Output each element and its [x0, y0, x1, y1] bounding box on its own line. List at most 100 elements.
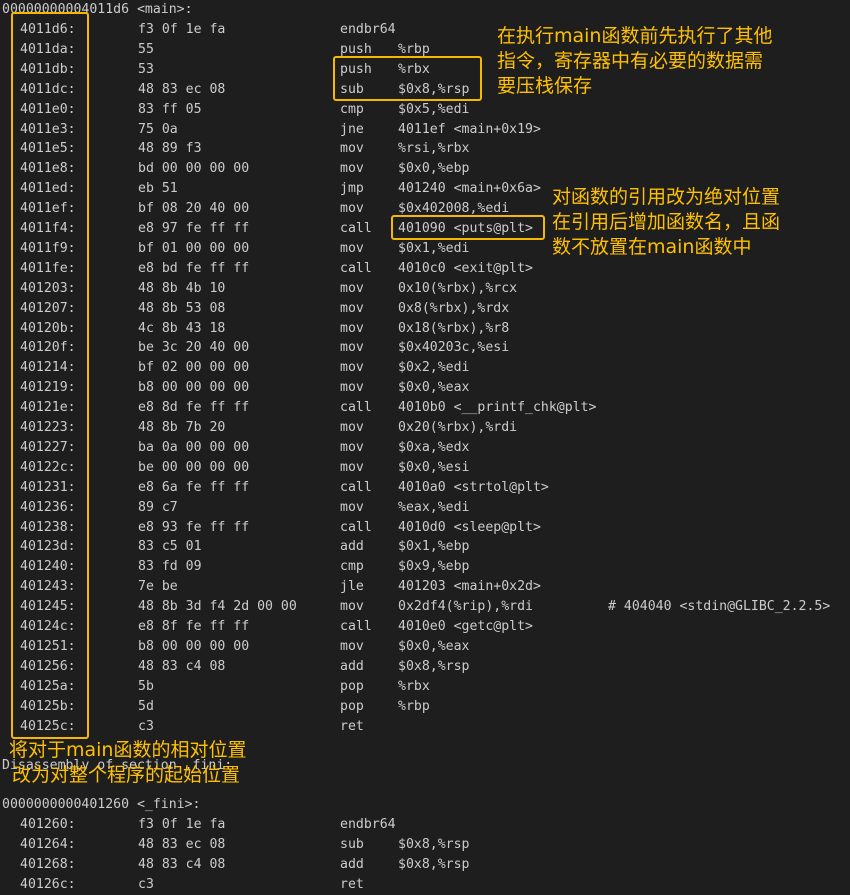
bytes-cell: 5b [138, 678, 154, 694]
disasm-row: 401227: ba 0a 00 00 00 mov $0xa,%edx [0, 438, 850, 458]
mnemonic-cell: mov [340, 240, 364, 256]
disasm-row: 4011fe: e8 bd fe ff ff call 4010c0 <exit@pl… [0, 259, 850, 279]
bytes-cell: 5d [138, 698, 154, 714]
operand-cell: 0x18(%rbx),%r8 [398, 320, 510, 336]
call-reference-annotation: 对函数的引用改为绝对位置 在引用后增加函数名，且函 数不放置在main函数中 [552, 185, 781, 260]
bytes-cell: 83 c5 01 [138, 539, 202, 555]
disasm-row: 401245: 48 8b 3d f4 2d 00 00 mov 0x2df4(%ri… [0, 597, 850, 617]
mnemonic-cell: call [340, 479, 372, 495]
mnemonic-cell: cmp [340, 559, 364, 575]
operand-cell: $0x8,%rsp [398, 658, 470, 674]
operand-cell: $0x0,%eax [398, 380, 470, 396]
bytes-cell: e8 8d fe ff ff [138, 400, 250, 416]
disasm-row: 401214: bf 02 00 00 00 mov $0x2,%edi [0, 358, 850, 378]
address-cell: 401264: [20, 836, 76, 852]
bytes-cell: 89 c7 [138, 499, 178, 515]
operand-cell: 0x2df4(%rip),%rdi [398, 599, 533, 615]
bytes-cell: bf 08 20 40 00 [138, 201, 250, 217]
mnemonic-cell: sub [340, 836, 364, 852]
mnemonic-cell: mov [340, 459, 364, 475]
call-note-line: 在引用后增加函数名，且函 [552, 211, 781, 233]
bytes-cell: bf 01 00 00 00 [138, 240, 250, 256]
disasm-row: 40124c: e8 8f fe ff ff call 4010e0 <getc@pl… [0, 617, 850, 637]
bytes-cell: be 3c 20 40 00 [138, 340, 250, 356]
bytes-cell: 83 ff 05 [138, 101, 202, 117]
bytes-cell: 75 0a [138, 121, 178, 137]
call-note-line: 数不放置在main函数中 [552, 236, 752, 258]
operand-cell: $0x9,%ebp [398, 559, 470, 575]
bytes-cell: f3 0f 1e fa [138, 22, 226, 37]
operand-cell: 4011ef <main+0x19> [398, 121, 541, 137]
operand-cell: 4010a0 <strtol@plt> [398, 479, 549, 495]
mnemonic-cell: call [340, 260, 372, 276]
bytes-cell: 48 83 c4 08 [138, 856, 226, 872]
stack-save-annotation: 在执行main函数前先执行了其他 指令，寄存器中有必要的数据需 要压栈保存 [497, 24, 772, 99]
disasm-row: 401243: 7e be jle 401203 <main+0x2d> [0, 577, 850, 597]
fini-disasm-row: 40126c: c3 ret [0, 875, 850, 895]
addr-note-line: 改为对整个程序的起始位置 [12, 764, 241, 786]
bytes-cell: e8 97 fe ff ff [138, 221, 250, 236]
addr-note-line: 将对于main函数的相对位置 [9, 739, 247, 761]
bytes-cell: bf 02 00 00 00 [138, 360, 250, 376]
bytes-cell: be 00 00 00 00 [138, 459, 250, 475]
address-cell: 401260: [20, 817, 76, 832]
bytes-cell: 53 [138, 61, 154, 77]
operand-cell: $0x5,%edi [398, 101, 470, 117]
fini-function-header: 0000000000401260 <_fini>: [2, 797, 201, 812]
operand-cell: $0xa,%edx [398, 439, 470, 455]
disasm-row: 401240: 83 fd 09 cmp $0x9,%ebp [0, 557, 850, 577]
mnemonic-cell: mov [340, 420, 364, 435]
address-cell: 401268: [20, 856, 76, 872]
mnemonic-cell: mov [340, 280, 364, 296]
operand-cell: %rsi,%rbx [398, 141, 470, 157]
mnemonic-cell: endbr64 [340, 22, 396, 37]
disasm-row: 4011e3: 75 0a jne 4011ef <main+0x19> [0, 120, 850, 140]
operand-cell: 401240 <main+0x6a> [398, 181, 541, 197]
disasm-row: 40120f: be 3c 20 40 00 mov $0x40203c,%esi [0, 338, 850, 358]
disasm-row: 40125a: 5b pop %rbx [0, 677, 850, 697]
fini-disasm-row: 401260: f3 0f 1e fa endbr64 [0, 815, 850, 835]
bytes-cell: 48 83 ec 08 [138, 81, 226, 97]
mnemonic-cell: pop [340, 678, 364, 694]
operand-cell: $0x0,%esi [398, 459, 470, 475]
mnemonic-cell: jmp [340, 181, 364, 197]
bytes-cell: b8 00 00 00 00 [138, 638, 250, 654]
mnemonic-cell: mov [340, 340, 364, 356]
mnemonic-cell: endbr64 [340, 817, 396, 832]
mnemonic-cell: mov [340, 599, 364, 615]
comment-cell: # 404040 <stdin@GLIBC_2.2.5> [608, 599, 831, 615]
bytes-cell: 48 8b 7b 20 [138, 420, 226, 435]
address-change-annotation: 将对于main函数的相对位置 改为对整个程序的起始位置 [9, 738, 246, 788]
bytes-cell: e8 6a fe ff ff [138, 479, 250, 495]
operand-cell: 4010e0 <getc@plt> [398, 619, 533, 634]
bytes-cell: e8 8f fe ff ff [138, 619, 250, 634]
fini-disasm-row: 401264: 48 83 ec 08 sub $0x8,%rsp [0, 835, 850, 855]
bytes-cell: 83 fd 09 [138, 559, 202, 575]
bytes-cell: 7e be [138, 579, 178, 595]
bytes-cell: 48 8b 53 08 [138, 300, 226, 316]
disasm-row: 401251: b8 00 00 00 00 mov $0x0,%eax [0, 637, 850, 657]
operand-cell: $0x8,%rsp [398, 836, 470, 852]
bytes-cell: eb 51 [138, 181, 178, 197]
mnemonic-cell: ret [340, 876, 364, 892]
bytes-cell: 55 [138, 41, 154, 57]
operand-cell: 0x10(%rbx),%rcx [398, 280, 518, 296]
bytes-cell: 4c 8b 43 18 [138, 320, 226, 336]
stack-note-line: 在执行main函数前先执行了其他 [497, 25, 773, 47]
operand-cell: %rbp [398, 698, 430, 714]
bytes-cell: e8 bd fe ff ff [138, 260, 250, 276]
disasm-row: 401256: 48 83 c4 08 add $0x8,%rsp [0, 657, 850, 677]
mnemonic-cell: mov [340, 320, 364, 336]
disasm-row: 401236: 89 c7 mov %eax,%edi [0, 498, 850, 518]
mnemonic-cell: mov [340, 161, 364, 177]
operand-cell: 0x8(%rbx),%rdx [398, 300, 510, 316]
mnemonic-cell: jle [340, 579, 364, 595]
mnemonic-cell: mov [340, 141, 364, 157]
address-column-highlight-box [11, 12, 89, 739]
operand-cell: 0x20(%rbx),%rdi [398, 420, 518, 435]
mnemonic-cell: cmp [340, 101, 364, 117]
operand-cell: $0x8,%rsp [398, 856, 470, 872]
disasm-row: 401203: 48 8b 4b 10 mov 0x10(%rbx),%rcx [0, 279, 850, 299]
bytes-cell: b8 00 00 00 00 [138, 380, 250, 396]
disasm-row: 401219: b8 00 00 00 00 mov $0x0,%eax [0, 378, 850, 398]
